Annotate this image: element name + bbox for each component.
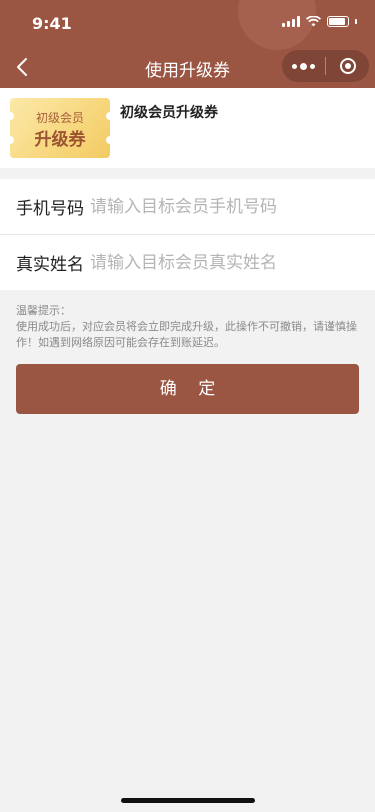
phone-row: 手机号码 <box>0 179 375 234</box>
ticket-type-label: 升级券 <box>34 130 86 150</box>
confirm-button[interactable]: 确 定 <box>16 364 359 414</box>
mini-program-capsule <box>282 50 369 82</box>
battery-icon <box>327 16 349 27</box>
wifi-icon <box>306 16 321 27</box>
coupon-ticket: 初级会员 升级券 <box>6 98 114 158</box>
home-indicator <box>121 798 255 803</box>
ticket-level-label: 初级会员 <box>35 111 84 125</box>
upgrade-form: 手机号码 真实姓名 <box>0 179 375 290</box>
name-row: 真实姓名 <box>0 234 375 290</box>
close-button[interactable] <box>326 50 369 82</box>
header: 9:41 使用升级券 <box>0 0 375 88</box>
status-icons <box>282 16 357 27</box>
coupon-title: 初级会员升级券 <box>120 105 218 121</box>
more-button[interactable] <box>282 50 325 82</box>
tips-title: 温馨提示： <box>16 304 71 317</box>
close-target-icon <box>339 58 356 74</box>
signal-icon <box>282 16 300 27</box>
coupon-card: 初级会员 升级券 初级会员升级券 <box>0 88 375 168</box>
phone-input[interactable] <box>90 196 350 217</box>
name-input[interactable] <box>90 252 350 273</box>
tips: 温馨提示： 使用成功后，对应会员将会立即完成升级，此操作不可撤销，请谨慎操作！如… <box>16 303 361 351</box>
phone-label: 手机号码 <box>16 199 84 219</box>
more-dots-icon <box>292 62 315 70</box>
battery-cap <box>355 19 357 24</box>
tips-body: 使用成功后，对应会员将会立即完成升级，此操作不可撤销，请谨慎操作！如遇到网络原因… <box>16 320 357 349</box>
status-time: 9:41 <box>32 14 72 33</box>
name-label: 真实姓名 <box>16 255 84 275</box>
